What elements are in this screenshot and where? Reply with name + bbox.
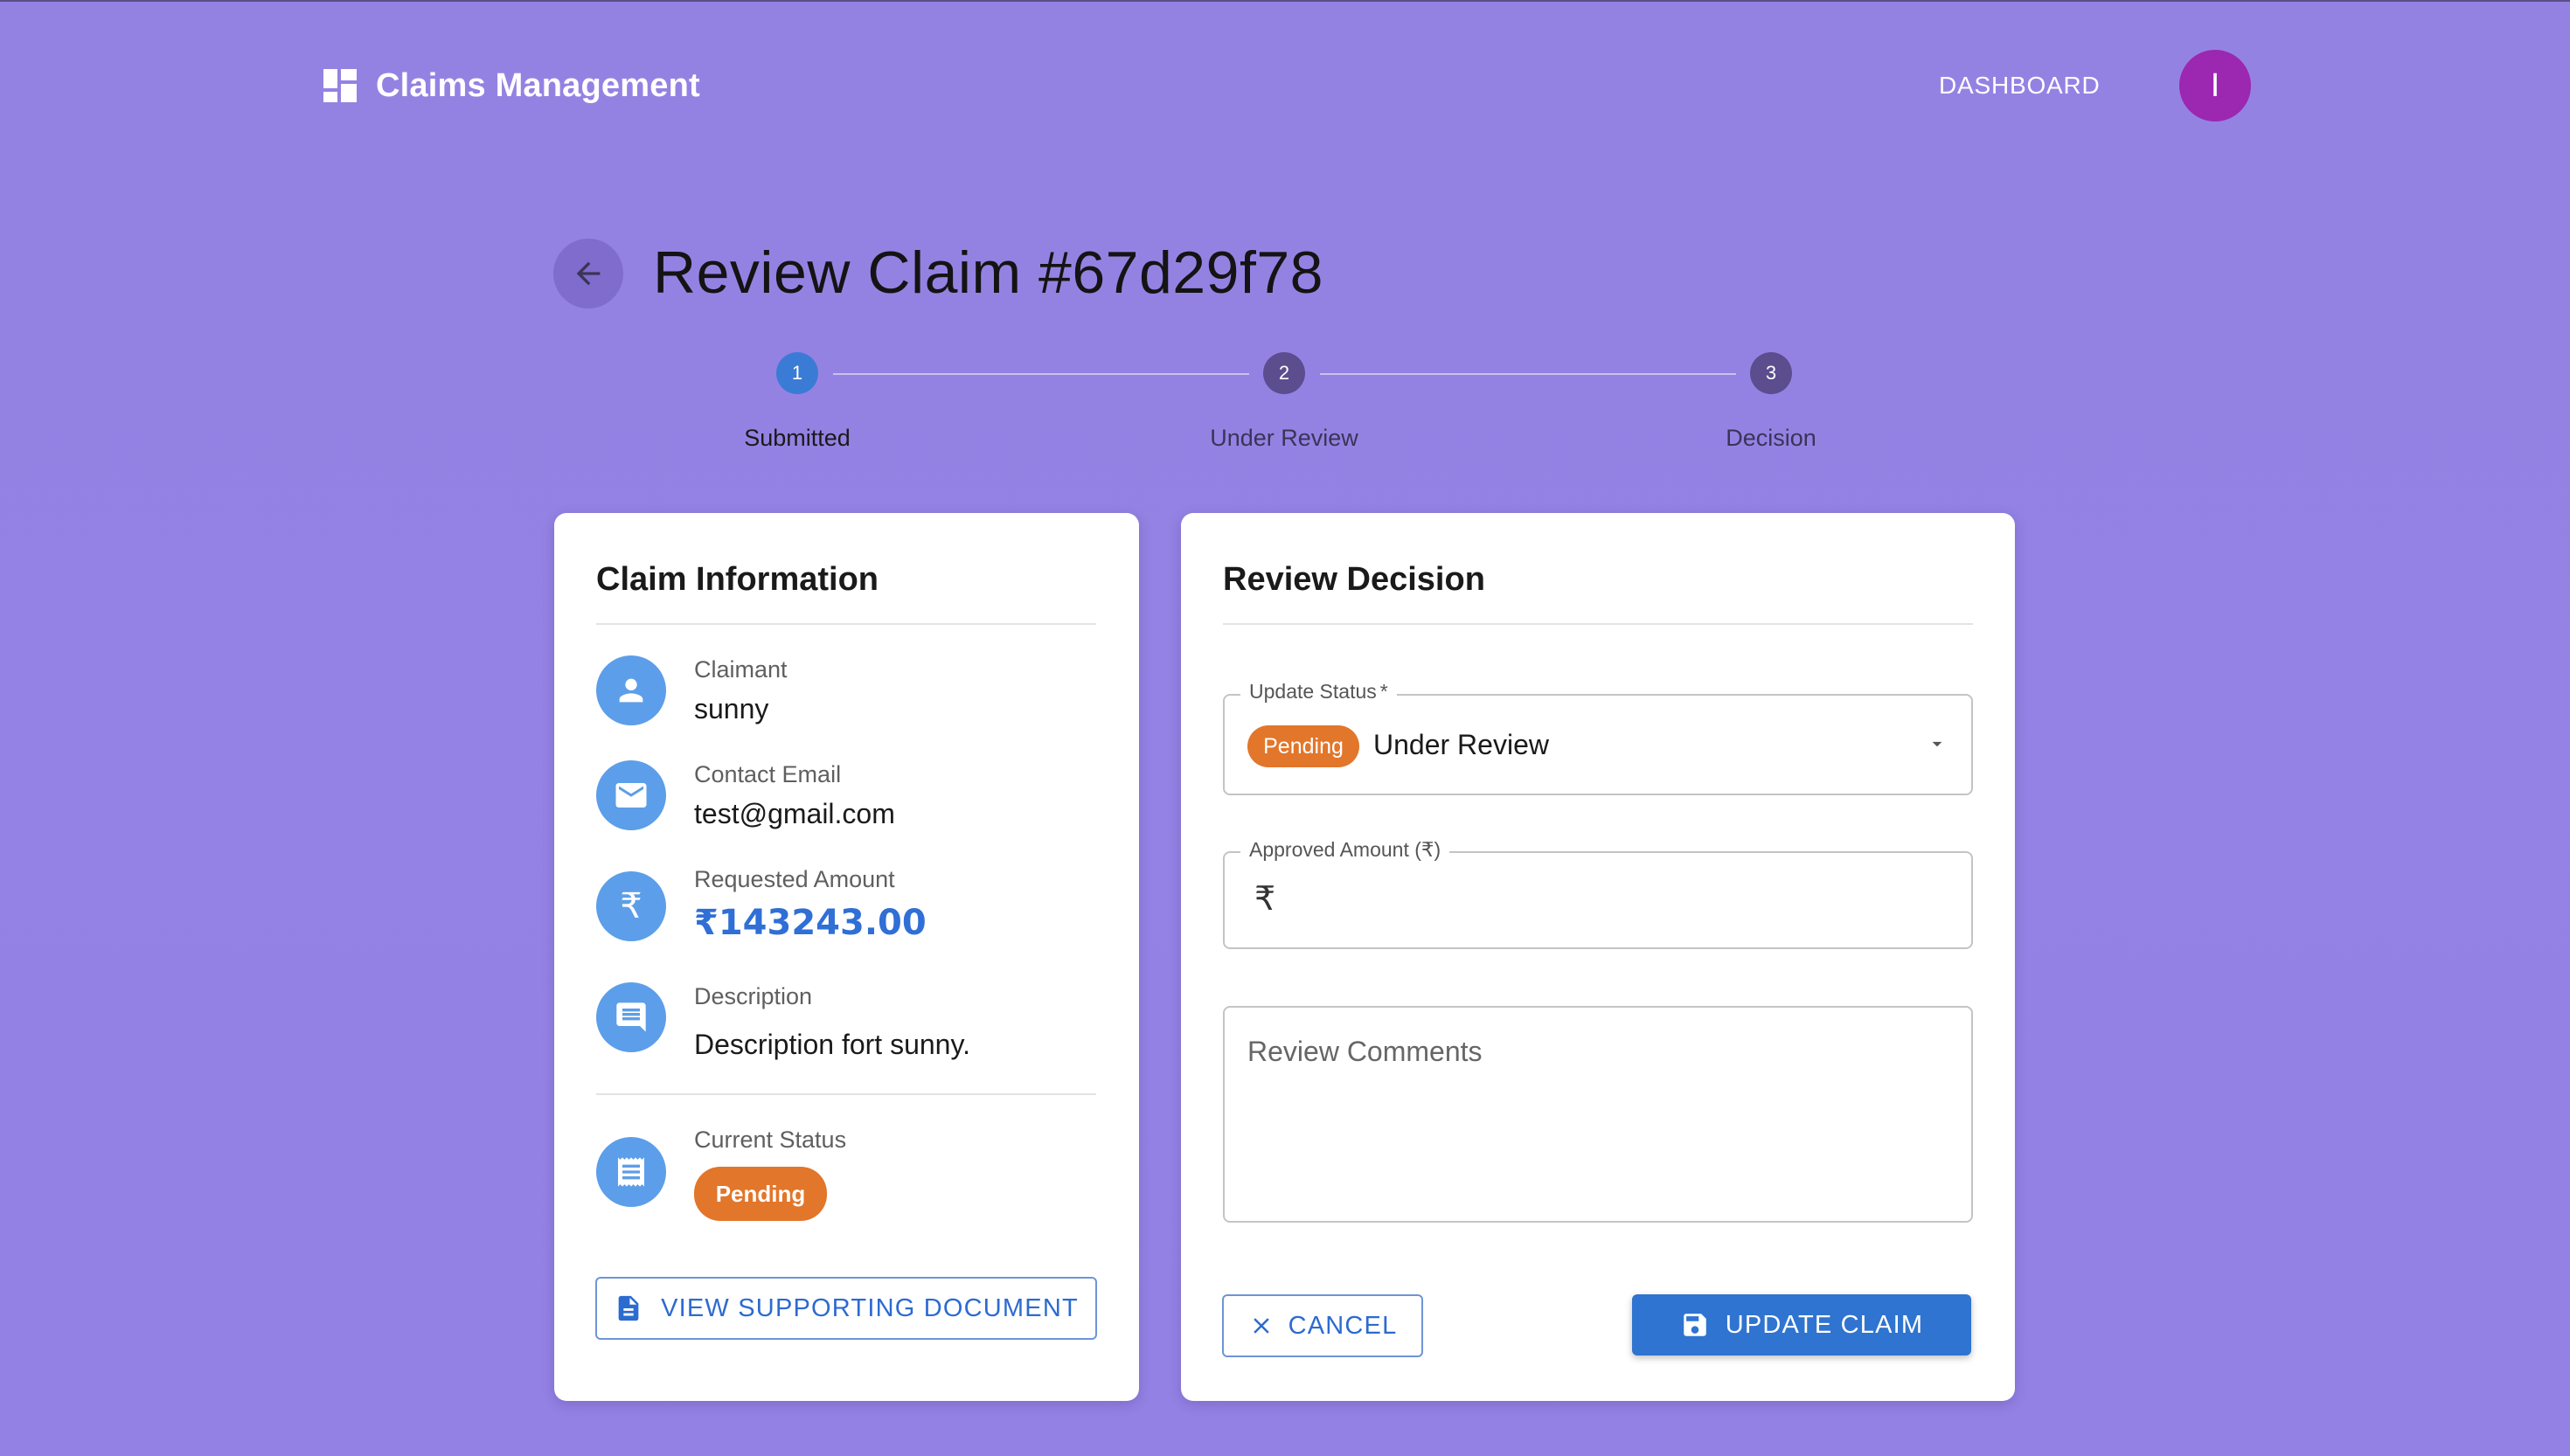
step-2-label: Under Review — [1210, 425, 1358, 451]
divider — [1223, 623, 1973, 625]
step-1-indicator: 1 — [776, 352, 818, 394]
requested-amount-value: ₹143243.00 — [694, 903, 927, 943]
brand[interactable]: Claims Management — [323, 61, 700, 110]
step-1-label: Submitted — [744, 425, 851, 451]
review-decision-card: Review Decision Pending Under Review Upd… — [1181, 513, 2015, 1401]
update-claim-label: UPDATE CLAIM — [1725, 1310, 1924, 1339]
update-status-label: Update Status * — [1240, 680, 1397, 704]
step-2-indicator: 2 — [1263, 352, 1305, 394]
card-title: Review Decision — [1223, 561, 1485, 598]
update-status-label-text: Update Status — [1249, 680, 1377, 703]
requested-amount-label: Requested Amount — [694, 866, 895, 892]
review-comments-placeholder: Review Comments — [1247, 1036, 1483, 1067]
required-asterisk: * — [1379, 680, 1388, 703]
view-supporting-document-label: VIEW SUPPORTING DOCUMENT — [661, 1293, 1079, 1322]
person-icon — [596, 655, 666, 725]
comment-icon — [596, 982, 666, 1052]
app-header: Claims Management DASHBOARD I — [0, 0, 2570, 175]
status-badge: Pending — [694, 1167, 827, 1221]
cancel-button[interactable]: CANCEL — [1222, 1294, 1423, 1357]
card-title: Claim Information — [596, 561, 879, 598]
update-status-select[interactable]: Pending Under Review — [1223, 694, 1973, 795]
current-status-label: Current Status — [694, 1127, 847, 1153]
save-icon — [1683, 1314, 1706, 1336]
app-title: Claims Management — [376, 66, 700, 104]
rupee-icon: ₹ — [596, 871, 666, 941]
page-title: Review Claim #67d29f78 — [653, 239, 1323, 306]
stepper-connector — [1320, 373, 1736, 375]
nav-dashboard-link[interactable]: DASHBOARD — [1939, 68, 2101, 103]
stepper-connector — [833, 373, 1249, 375]
dashboard-grid-icon — [323, 69, 357, 102]
divider — [596, 623, 1096, 625]
divider — [596, 1093, 1096, 1095]
receipt-icon — [596, 1137, 666, 1207]
claim-information-card: Claim Information Claimant sunny Contact… — [554, 513, 1139, 1401]
update-claim-button[interactable]: UPDATE CLAIM — [1632, 1294, 1971, 1355]
step-3-indicator: 3 — [1750, 352, 1792, 394]
user-avatar[interactable]: I — [2179, 50, 2251, 121]
review-comments-textarea[interactable]: Review Comments — [1223, 1006, 1973, 1223]
rupee-adornment-icon: ₹ — [1254, 879, 1276, 918]
approved-amount-field[interactable]: ₹ — [1223, 851, 1973, 949]
back-button[interactable] — [553, 239, 623, 309]
step-3-label: Decision — [1726, 425, 1816, 451]
cancel-label: CANCEL — [1288, 1311, 1398, 1340]
dropdown-arrow-icon — [1932, 741, 1942, 747]
close-icon — [1253, 1318, 1269, 1334]
document-icon — [618, 1295, 639, 1321]
arrow-back-icon — [576, 261, 601, 286]
status-selected-value: Under Review — [1373, 729, 1549, 760]
claimant-value: sunny — [694, 693, 769, 725]
email-label: Contact Email — [694, 761, 842, 787]
description-label: Description — [694, 983, 813, 1009]
email-value: test@gmail.com — [694, 798, 895, 829]
status-option-badge: Pending — [1247, 725, 1359, 767]
email-icon — [596, 760, 666, 830]
view-supporting-document-button[interactable]: VIEW SUPPORTING DOCUMENT — [595, 1277, 1097, 1340]
description-value: Description fort sunny. — [694, 1029, 970, 1060]
claimant-label: Claimant — [694, 656, 788, 683]
approved-amount-label: Approved Amount (₹) — [1240, 838, 1450, 862]
